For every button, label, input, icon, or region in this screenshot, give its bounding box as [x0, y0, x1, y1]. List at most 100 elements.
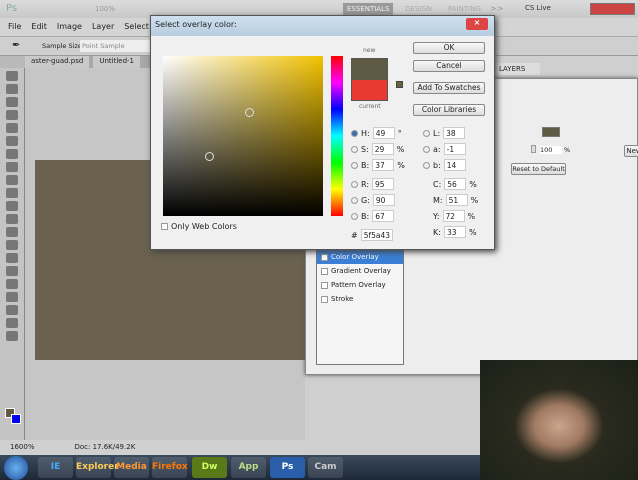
r-radio[interactable]: [351, 180, 358, 188]
s-radio[interactable]: [351, 145, 358, 153]
menu-select[interactable]: Select: [124, 22, 149, 32]
background-color-swatch[interactable]: [11, 414, 21, 424]
g-input[interactable]: 90: [372, 194, 395, 206]
blue-radio[interactable]: [351, 212, 358, 220]
zoom-level[interactable]: 1600%: [10, 443, 34, 452]
a-label: a:: [433, 144, 441, 154]
more-workspaces[interactable]: >>: [490, 4, 503, 13]
color-libraries-button[interactable]: Color Libraries: [413, 104, 485, 116]
style-pattern-overlay[interactable]: Pattern Overlay: [317, 278, 403, 292]
a-radio[interactable]: [423, 145, 430, 153]
sample-size-select[interactable]: Point Sample: [80, 40, 150, 52]
new-style-button[interactable]: New: [624, 145, 638, 157]
hex-input[interactable]: 5f5a43: [360, 229, 393, 241]
taskbar-camera[interactable]: Cam: [308, 457, 343, 478]
taskbar-photoshop[interactable]: Ps: [270, 457, 305, 478]
taskbar-ie[interactable]: IE: [38, 457, 73, 478]
cs-live[interactable]: CS Live: [525, 4, 551, 12]
brush-tool-icon[interactable]: [6, 162, 18, 172]
stamp-tool-icon[interactable]: [6, 175, 18, 185]
style-label: Color Overlay: [331, 253, 379, 261]
marquee-tool-icon[interactable]: [6, 84, 18, 94]
menu-file[interactable]: File: [8, 22, 21, 32]
ok-button[interactable]: OK: [413, 42, 485, 54]
r-input[interactable]: 95: [372, 178, 395, 190]
color-field[interactable]: [163, 56, 323, 216]
taskbar-dreamweaver[interactable]: Dw: [192, 457, 227, 478]
selected-color-marker[interactable]: [245, 108, 254, 117]
g-radio[interactable]: [351, 196, 358, 204]
eraser-tool-icon[interactable]: [6, 201, 18, 211]
c-input[interactable]: 56: [444, 178, 467, 190]
style-color-overlay[interactable]: Color Overlay: [317, 250, 403, 264]
move-tool-icon[interactable]: [6, 71, 18, 81]
lab-b-radio[interactable]: [423, 161, 430, 169]
zoom-menu[interactable]: 100%: [95, 5, 115, 13]
taskbar-explorer[interactable]: Explorer: [76, 457, 119, 478]
opacity-input[interactable]: 100: [540, 146, 562, 154]
hand-tool-icon[interactable]: [6, 318, 18, 328]
b-input[interactable]: 37: [372, 159, 395, 171]
workspace-essentials[interactable]: ESSENTIALS: [343, 3, 394, 15]
web-colors-option[interactable]: Only Web Colors: [161, 222, 237, 231]
add-to-swatches-button[interactable]: Add To Swatches: [413, 82, 485, 94]
close-icon[interactable]: ×: [466, 18, 488, 30]
window-controls[interactable]: [590, 3, 635, 15]
type-tool-icon[interactable]: [6, 266, 18, 276]
hex-row: #5f5a43: [351, 229, 393, 241]
workspace-painting[interactable]: PAINTING: [448, 5, 481, 13]
path-select-icon[interactable]: [6, 279, 18, 289]
k-input[interactable]: 33: [443, 226, 466, 238]
3d-tool-icon[interactable]: [6, 305, 18, 315]
opacity-slider[interactable]: [531, 145, 536, 153]
reset-to-default-button[interactable]: Reset to Default: [511, 163, 566, 175]
menu-layer[interactable]: Layer: [92, 22, 114, 32]
b-radio[interactable]: [351, 161, 358, 169]
blue-input[interactable]: 67: [372, 210, 395, 222]
a-input[interactable]: -1: [443, 143, 466, 155]
y-input[interactable]: 72: [442, 210, 465, 222]
menu-edit[interactable]: Edit: [31, 22, 47, 32]
start-button[interactable]: [4, 456, 28, 480]
h-input[interactable]: 49: [372, 127, 395, 139]
zoom-tool-icon[interactable]: [6, 331, 18, 341]
h-radio[interactable]: [351, 129, 358, 137]
lab-b-input[interactable]: 14: [443, 159, 466, 171]
taskbar-media[interactable]: Media: [114, 457, 149, 478]
m-input[interactable]: 51: [445, 194, 468, 206]
shape-tool-icon[interactable]: [6, 292, 18, 302]
style-gradient-overlay[interactable]: Gradient Overlay: [317, 264, 403, 278]
checkbox[interactable]: [321, 253, 328, 261]
layers-panel-tab[interactable]: LAYERS: [495, 63, 540, 75]
l-radio[interactable]: [423, 129, 430, 137]
tab-aster-guad[interactable]: aster-guad.psd: [25, 56, 90, 68]
history-brush-icon[interactable]: [6, 188, 18, 198]
lasso-tool-icon[interactable]: [6, 97, 18, 107]
l-input[interactable]: 38: [443, 127, 466, 139]
eyedropper-tool-icon[interactable]: [6, 136, 18, 146]
checkbox[interactable]: [321, 281, 328, 289]
pen-tool-icon[interactable]: [6, 253, 18, 263]
hue-slider[interactable]: [331, 56, 343, 216]
menu-image[interactable]: Image: [57, 22, 82, 32]
crop-tool-icon[interactable]: [6, 123, 18, 133]
wand-tool-icon[interactable]: [6, 110, 18, 120]
blue-label: B:: [361, 211, 370, 221]
overlay-color-swatch[interactable]: [542, 127, 560, 137]
web-colors-checkbox[interactable]: [161, 223, 168, 230]
tab-untitled-1[interactable]: Untitled-1: [93, 56, 140, 68]
current-color[interactable]: [352, 80, 387, 100]
checkbox[interactable]: [321, 267, 328, 275]
taskbar-firefox[interactable]: Firefox: [152, 457, 188, 478]
s-input[interactable]: 29: [371, 143, 394, 155]
dodge-tool-icon[interactable]: [6, 240, 18, 250]
gradient-tool-icon[interactable]: [6, 214, 18, 224]
cancel-button[interactable]: Cancel: [413, 60, 485, 72]
checkbox[interactable]: [321, 295, 328, 303]
taskbar-app[interactable]: App: [231, 457, 266, 478]
healing-tool-icon[interactable]: [6, 149, 18, 159]
blur-tool-icon[interactable]: [6, 227, 18, 237]
out-of-gamut-icon[interactable]: [396, 81, 403, 88]
workspace-design[interactable]: DESIGN: [405, 5, 432, 13]
style-stroke[interactable]: Stroke: [317, 292, 403, 306]
